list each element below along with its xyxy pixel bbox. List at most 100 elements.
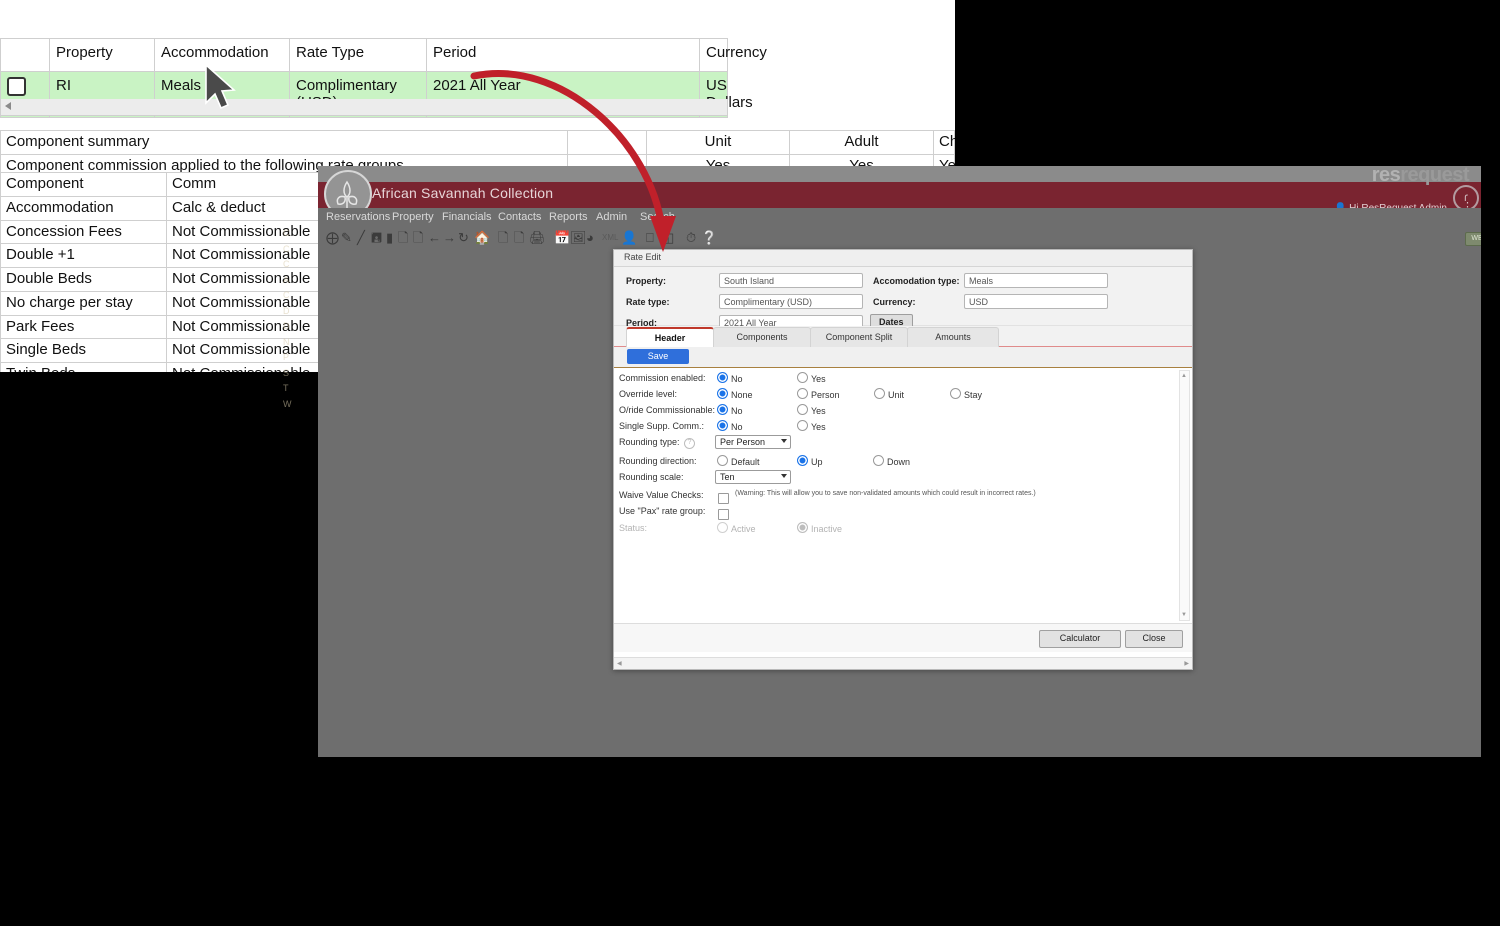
save-icon[interactable]: 🖪 [371,231,382,245]
rounding-scale-select[interactable]: Ten [715,470,791,484]
radio-oride-yes[interactable]: Yes [797,404,826,416]
home-icon[interactable]: 🏠 [474,231,490,245]
label-use-pax-rate-group: Use "Pax" rate group: [619,506,706,516]
clock-icon[interactable]: ⏱ [686,231,696,245]
rate-grid-horizontal-scrollbar[interactable] [0,99,728,116]
calendar-icon[interactable]: 📅 [554,231,570,245]
currency-field[interactable]: USD [964,294,1108,309]
label-rounding-type: Rounding type: [619,437,680,447]
accommodation-type-field[interactable]: Meals [964,273,1108,288]
cell-component: Concession Fees [0,219,167,245]
radio-override-none[interactable]: None [717,388,753,400]
cell-component: Single Beds [0,338,167,363]
page-paste-icon[interactable]: 🗋 [514,231,524,245]
doc-icon[interactable]: 🗋 [413,231,423,245]
scroll-up-arrow-icon[interactable]: ▲ [1181,373,1187,379]
nav-item-reports[interactable]: Reports [549,211,588,223]
faint-line: T [283,383,289,393]
faint-line: A [283,274,290,285]
radio-single-supp-yes[interactable]: Yes [797,420,826,432]
wb-chip[interactable]: WB [1465,232,1481,246]
dialog-title-bar: Rate Edit [614,250,1192,267]
label-single-supp-comm: Single Supp. Comm.: [619,421,705,431]
summary-header-child: Child [933,130,955,155]
label-currency: Currency: [873,297,916,307]
faint-line: C [283,259,290,269]
radio-override-person[interactable]: Person [797,388,840,400]
radio-rounding-up[interactable]: Up [797,455,823,467]
radio-dot-icon [717,372,728,383]
faint-line: W [283,398,292,409]
radio-status-active: Active [717,522,756,534]
calculator-button[interactable]: Calculator [1039,630,1121,648]
dialog-action-row: Save [614,347,1192,368]
field-override-level: Override level: None Person Unit Stay [614,386,1192,402]
faint-line: S [283,367,290,378]
rounding-type-select[interactable]: Per Person [715,435,791,449]
page-copy-icon[interactable]: 🗋 [498,231,508,245]
nav-item-reservations[interactable]: Reservations [326,211,390,223]
cell-component: Twin Beds [0,362,167,372]
radio-single-supp-no[interactable]: No [717,420,743,432]
col-comm: Comm [166,172,338,197]
add-icon[interactable]: ⨁ [326,231,339,245]
help-icon[interactable]: ? [684,438,695,449]
form-horizontal-scrollbar[interactable]: ◀ ▶ [614,657,1192,669]
col-property: Property [49,38,155,72]
property-field[interactable]: South Island [719,273,863,288]
close-button[interactable]: Close [1125,630,1183,648]
radio-override-unit[interactable]: Unit [874,388,904,400]
window-icon[interactable]: ⎕ [646,231,654,245]
radio-rounding-default[interactable]: Default [717,455,760,467]
radio-rounding-down[interactable]: Down [873,455,910,467]
radio-dot-icon [717,404,728,415]
field-rounding-type: Rounding type: ? Per Person [614,434,1192,452]
delete-icon[interactable]: ▮ [386,231,393,245]
dialog-form-body: Commission enabled: No Yes Override leve… [614,368,1192,624]
radio-commission-yes[interactable]: Yes [797,372,826,384]
pencil-icon[interactable]: ╱ [357,231,365,245]
xml-icon[interactable]: XML [602,231,618,245]
tab-header[interactable]: Header [626,327,714,348]
nav-item-admin[interactable]: Admin [596,211,627,223]
pie-chart-icon[interactable]: ◕ [586,231,594,245]
refresh-icon[interactable]: ↻ [458,231,469,245]
chevron-down-icon [781,474,787,478]
rate-grid-header-row: Property Accommodation Rate Type Period … [0,38,767,72]
nav-item-contacts[interactable]: Contacts [498,211,541,223]
radio-oride-no[interactable]: No [717,404,743,416]
faint-line: D [283,321,290,331]
rate-edit-dialog: Rate Edit Property: South Island Accomod… [613,249,1193,670]
tab-component-split[interactable]: Component Split [810,327,908,347]
scroll-right-arrow-icon[interactable]: ▶ [1184,660,1189,667]
save-button[interactable]: Save [627,349,689,364]
doc-minus-icon[interactable]: 🗋 [398,231,408,245]
scroll-down-arrow-icon[interactable]: ▼ [1181,612,1187,618]
image-icon[interactable]: 🖼 [570,231,587,245]
help-icon[interactable]: ❔ [701,231,717,245]
tab-amounts[interactable]: Amounts [907,327,999,347]
scroll-left-arrow-icon[interactable]: ◀ [617,660,622,667]
radio-override-stay[interactable]: Stay [950,388,982,400]
radio-commission-no[interactable]: No [717,372,743,384]
row-checkbox[interactable] [7,77,26,96]
edit-note-icon[interactable]: ✎ [341,231,352,245]
print-icon[interactable]: 🖨 [529,231,546,245]
nav-item-property[interactable]: Property [392,211,434,223]
field-oride-commissionable: O/ride Commissionable: No Yes [614,402,1192,418]
tab-components[interactable]: Components [713,327,811,347]
back-arrow-icon[interactable]: ← [428,231,441,245]
field-rounding-scale: Rounding scale: Ten [614,469,1192,487]
user-dropdown-icon[interactable]: 👤 [621,231,637,245]
summary-title-row: Component summary Unit Adult Child [0,130,955,155]
scroll-left-arrow-icon[interactable] [5,102,11,110]
label-status: Status: [619,523,648,533]
forward-arrow-icon[interactable]: → [443,231,456,245]
nav-item-search[interactable]: Search [640,211,675,223]
form-vertical-scrollbar[interactable]: ▲ ▼ [1179,370,1190,621]
rate-type-field[interactable]: Complimentary (USD) [719,294,863,309]
label-override-level: Override level: [619,389,678,399]
grid-icon[interactable]: ◫ [662,231,674,245]
radio-dot-icon [797,420,808,431]
nav-item-financials[interactable]: Financials [442,211,492,223]
